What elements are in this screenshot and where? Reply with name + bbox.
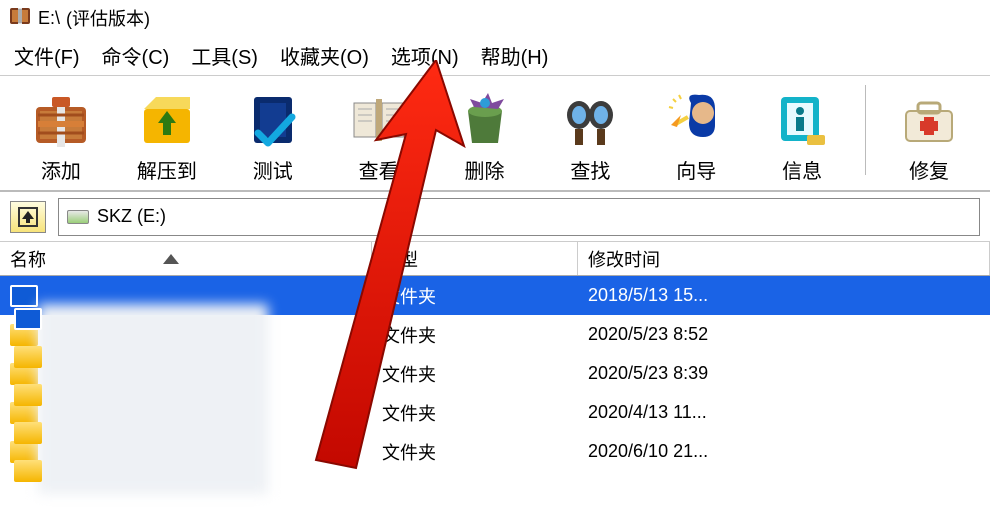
file-type: 文件夹	[372, 322, 578, 348]
toolbar-info-button[interactable]: 信息	[749, 85, 855, 188]
toolbar-find-button[interactable]: 查找	[537, 85, 643, 188]
toolbar-repair-button[interactable]: 修复	[876, 85, 982, 188]
file-modified: 2020/5/23 8:52	[578, 324, 990, 345]
up-button[interactable]	[10, 201, 46, 233]
window-title-path: E:\	[38, 8, 60, 29]
add-icon	[30, 89, 92, 151]
toolbar-separator	[865, 85, 866, 175]
test-icon	[242, 89, 304, 151]
path-text: SKZ (E:)	[97, 206, 166, 227]
toolbar-view-label: 查看	[359, 155, 399, 184]
sort-ascending-icon	[163, 254, 179, 264]
menu-file[interactable]: 文件(F)	[14, 41, 80, 70]
menu-help[interactable]: 帮助(H)	[481, 41, 549, 70]
toolbar-delete-button[interactable]: 删除	[432, 85, 538, 188]
folder-icon	[14, 422, 42, 444]
column-modified[interactable]: 修改时间	[578, 242, 990, 275]
file-type: 文件夹	[372, 361, 578, 387]
folder-icon	[14, 460, 42, 482]
folder-icon	[14, 346, 42, 368]
info-icon	[771, 89, 833, 151]
file-modified: 2020/6/10 21...	[578, 441, 990, 462]
file-modified: 2020/4/13 11...	[578, 402, 990, 423]
toolbar-find-label: 查找	[570, 155, 610, 184]
repair-icon	[898, 89, 960, 151]
toolbar-extract-button[interactable]: 解压到	[114, 85, 220, 188]
wizard-icon	[665, 89, 727, 151]
column-name-label: 名称	[10, 246, 46, 272]
app-icon	[8, 4, 32, 33]
column-type[interactable]: 类型	[372, 242, 578, 275]
toolbar-info-label: 信息	[782, 155, 822, 184]
column-type-label: 类型	[382, 246, 418, 272]
menu-options[interactable]: 选项(N)	[391, 41, 459, 70]
drive-icon	[67, 210, 89, 224]
extract-icon	[136, 89, 198, 151]
toolbar-add-label: 添加	[41, 155, 81, 184]
toolbar-view-button[interactable]: 查看	[326, 85, 432, 188]
file-type: 文件夹	[372, 283, 578, 309]
column-name[interactable]: 名称	[0, 242, 372, 275]
toolbar-test-label: 测试	[253, 155, 293, 184]
toolbar-test-button[interactable]: 测试	[220, 85, 326, 188]
column-modified-label: 修改时间	[588, 246, 660, 272]
file-type: 文件夹	[372, 400, 578, 426]
up-arrow-icon	[17, 206, 39, 228]
path-combobox[interactable]: SKZ (E:)	[58, 198, 980, 236]
window-title-suffix: (评估版本)	[66, 5, 150, 31]
redacted-folder-icons	[14, 308, 42, 482]
menu-tools[interactable]: 工具(S)	[191, 41, 258, 70]
menubar: 文件(F) 命令(C) 工具(S) 收藏夹(O) 选项(N) 帮助(H)	[0, 36, 990, 76]
folder-icon	[14, 384, 42, 406]
toolbar-wizard-label: 向导	[676, 155, 716, 184]
toolbar-wizard-button[interactable]: 向导	[643, 85, 749, 188]
file-type: 文件夹	[372, 439, 578, 465]
file-modified: 2018/5/13 15...	[578, 285, 990, 306]
toolbar-delete-label: 删除	[465, 155, 505, 184]
toolbar: 添加 解压到 测试	[0, 76, 990, 192]
find-icon	[559, 89, 621, 151]
column-headers: 名称 类型 修改时间	[0, 242, 990, 276]
folder-icon	[10, 285, 38, 307]
toolbar-repair-label: 修复	[909, 155, 949, 184]
toolbar-extract-label: 解压到	[137, 155, 197, 184]
pathbar: SKZ (E:)	[0, 192, 990, 242]
delete-icon	[454, 89, 516, 151]
redacted-names-block	[38, 304, 268, 494]
folder-icon	[14, 308, 42, 330]
toolbar-add-button[interactable]: 添加	[8, 85, 114, 188]
titlebar: E:\ (评估版本)	[0, 0, 990, 36]
file-modified: 2020/5/23 8:39	[578, 363, 990, 384]
menu-command[interactable]: 命令(C)	[102, 41, 170, 70]
menu-favorites[interactable]: 收藏夹(O)	[280, 41, 369, 70]
view-icon	[348, 89, 410, 151]
